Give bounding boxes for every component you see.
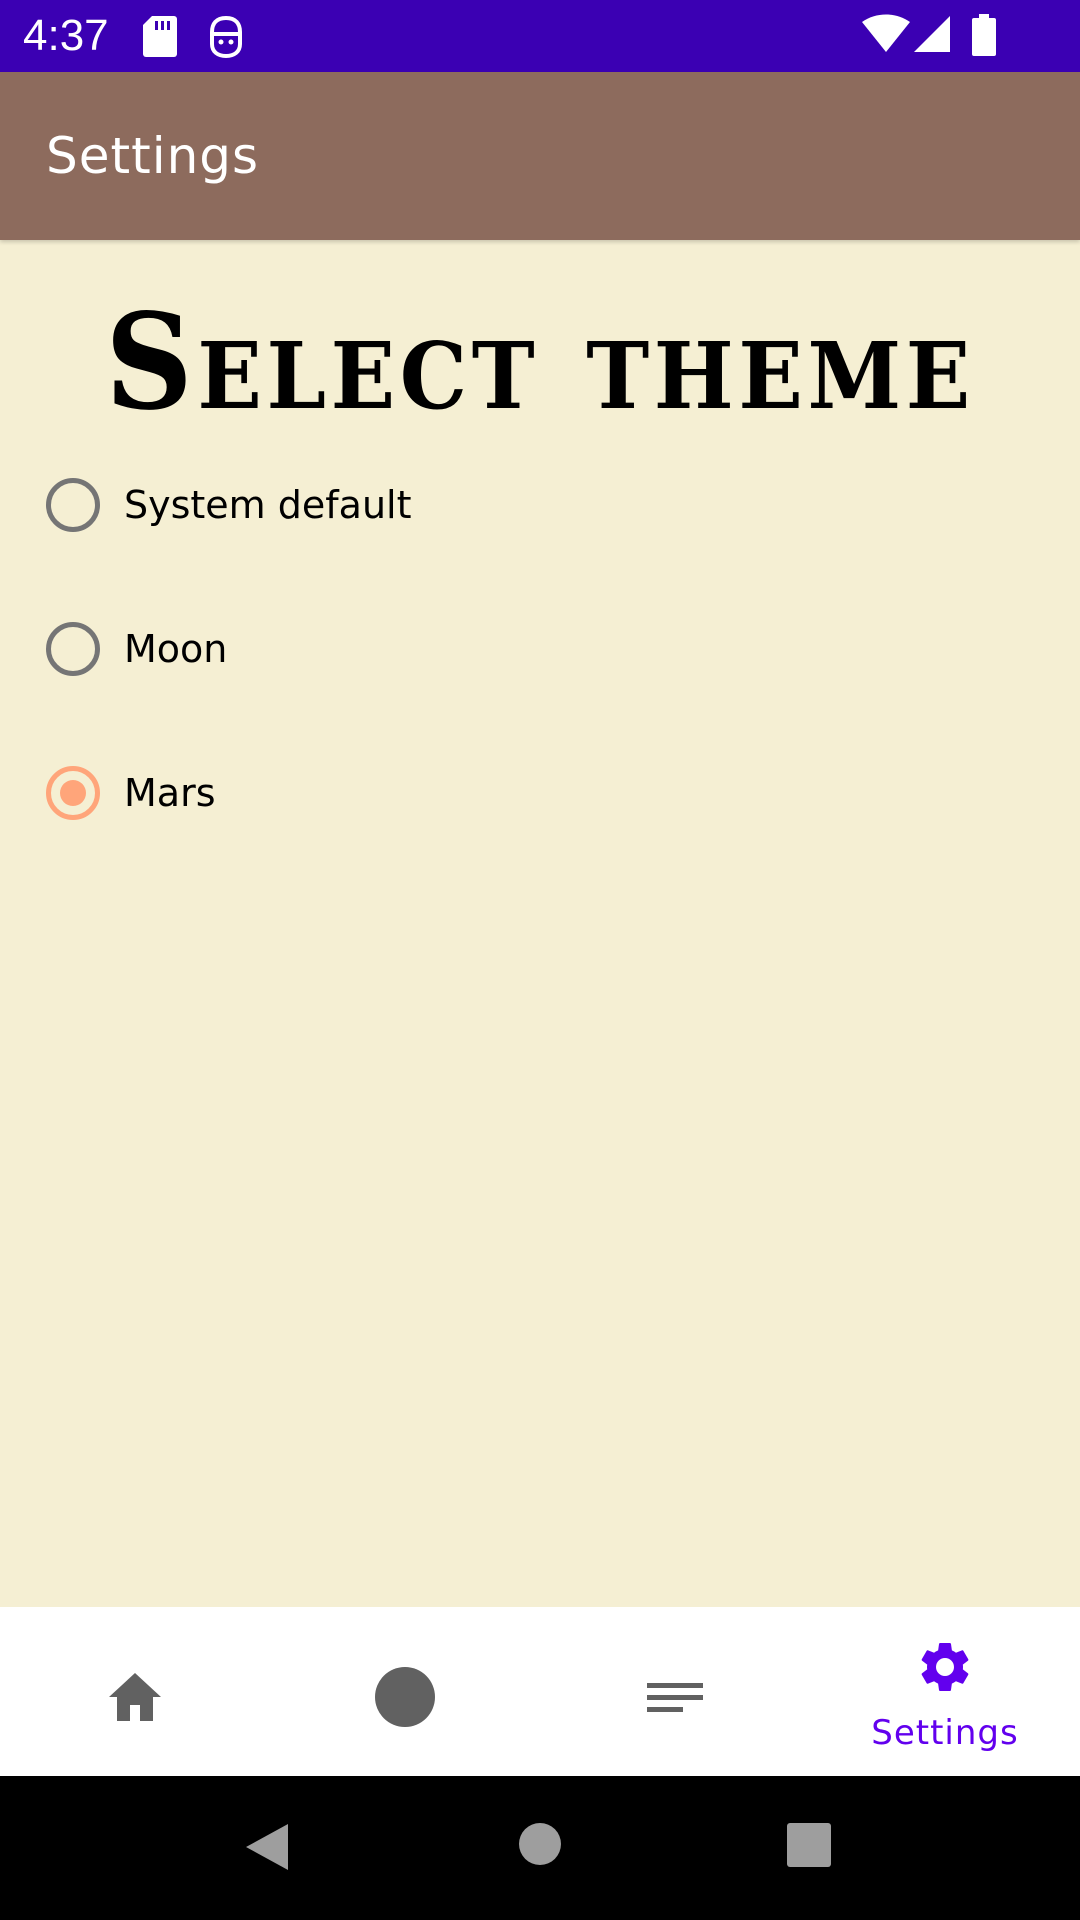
recents-icon[interactable] <box>786 1822 832 1872</box>
back-icon[interactable] <box>244 1822 290 1876</box>
radio-button-unchecked[interactable] <box>46 478 100 532</box>
nav-item-home[interactable] <box>0 1607 270 1776</box>
wifi-icon <box>862 14 910 54</box>
circle-icon <box>375 1667 435 1727</box>
theme-option-mars[interactable]: Mars <box>46 746 646 842</box>
nav-item-circle[interactable] <box>270 1607 540 1776</box>
nav-item-list[interactable] <box>540 1607 810 1776</box>
status-time: 4:37 <box>23 11 109 60</box>
gear-icon <box>915 1637 975 1697</box>
app-bar: Settings <box>0 72 1080 240</box>
list-icon <box>645 1667 705 1727</box>
system-navigation-bar <box>0 1776 1080 1920</box>
radio-checked-dot <box>60 780 86 806</box>
app-bar-title: Settings <box>46 127 260 185</box>
sd-card-icon <box>142 14 178 58</box>
nav-label-settings: Settings <box>871 1713 1019 1753</box>
screen: 4:37 Settings Select theme System defaul… <box>0 0 1080 1920</box>
radio-button-checked[interactable] <box>46 766 100 820</box>
theme-option-system-default[interactable]: System default <box>46 458 646 554</box>
page-heading: Select theme <box>105 285 975 440</box>
theme-option-label: Moon <box>124 627 228 671</box>
home-icon <box>105 1667 165 1727</box>
theme-option-label: System default <box>124 483 412 527</box>
status-bar: 4:37 <box>0 0 1080 72</box>
home-circle-icon[interactable] <box>518 1822 562 1870</box>
theme-option-moon[interactable]: Moon <box>46 602 646 698</box>
signal-icon <box>912 14 952 54</box>
robot-icon <box>208 14 244 58</box>
radio-button-unchecked[interactable] <box>46 622 100 676</box>
bottom-navigation: Settings <box>0 1607 1080 1776</box>
battery-icon <box>970 14 998 56</box>
theme-option-label: Mars <box>124 771 216 815</box>
theme-settings-content: Select theme System default Moon Mars <box>0 240 1080 1607</box>
nav-item-settings[interactable]: Settings <box>810 1607 1080 1776</box>
